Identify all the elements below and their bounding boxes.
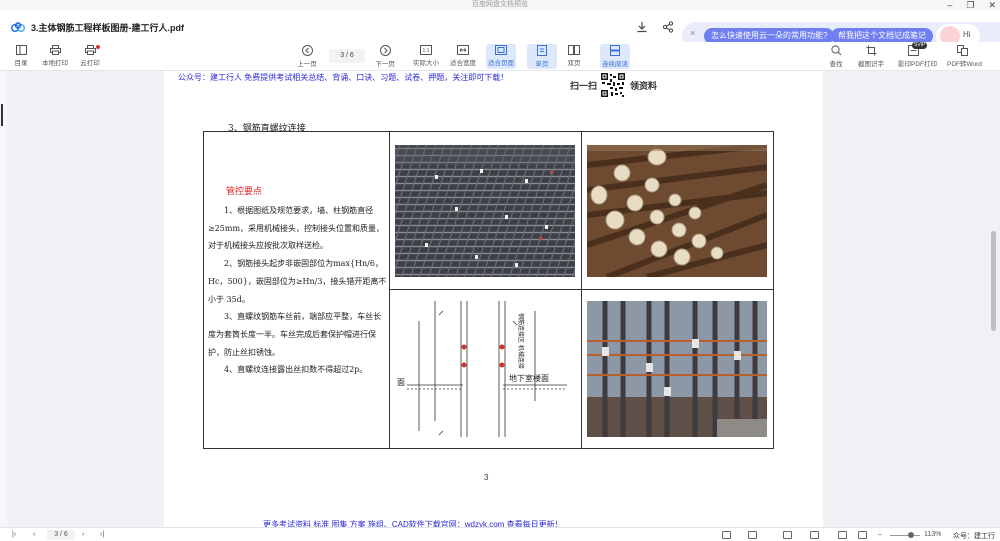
fit-icon[interactable] — [838, 531, 847, 539]
printer-icon — [49, 45, 61, 55]
next-page-icon[interactable]: › — [82, 530, 84, 540]
svip-badge: SVIP — [912, 42, 928, 49]
doc-footer-text: 更多考试资料 标准 图集 方案 施组、CAD软件下载官网：wdzyk.com 查… — [263, 520, 563, 527]
drawing-label-basement: 地下室楼面 — [509, 373, 549, 383]
window-controls: – ❐ ✕ — [947, 0, 996, 10]
zoom-level: 113% — [924, 531, 942, 538]
pdf-to-word-icon — [956, 45, 968, 56]
continuous-read-button[interactable]: 连续阅读 — [600, 44, 630, 69]
scrollbar-thumb[interactable] — [991, 231, 996, 331]
single-page-icon — [537, 45, 547, 56]
header-actions — [636, 21, 674, 33]
double-page-icon — [568, 45, 580, 55]
control-points-title: 管控要点 — [226, 187, 263, 197]
page-number: 3 — [484, 473, 489, 482]
content-table: 管控要点 1、根据图纸及规范要求，墙、柱钢筋直径≥25mm，采用机械接头，控制接… — [203, 131, 774, 449]
last-page-icon[interactable]: ›| — [100, 530, 104, 540]
zoom-slider-knob[interactable] — [908, 532, 914, 538]
left-rail — [0, 71, 7, 527]
table-divider — [389, 132, 390, 448]
notification-dot — [96, 45, 100, 49]
minimize-button[interactable]: – — [947, 0, 952, 10]
vertical-scrollbar[interactable] — [988, 71, 1000, 527]
view-mode-icon[interactable] — [722, 531, 731, 539]
rebar-mesh-photo — [395, 145, 575, 277]
share-icon[interactable] — [662, 21, 674, 33]
watermark-text: 众号：建工行人 — [953, 533, 995, 540]
view-mode-icon[interactable] — [748, 531, 757, 539]
fit-width-button[interactable]: 适合宽度 — [448, 44, 478, 67]
local-print-button[interactable]: 本地打印 — [40, 44, 70, 67]
status-page-input[interactable]: 3 / 6 — [47, 530, 75, 540]
qr-code-icon — [600, 72, 626, 98]
window-title-bar: 百度网盘文档预览 – ❐ ✕ — [0, 0, 1000, 10]
document-page: 公众号：建工行人 免费提供考试相关总结、背诵、口诀、习题、试卷、押题，关注即可下… — [164, 71, 823, 527]
search-icon — [830, 45, 841, 56]
control-points-list: 1、根据图纸及规范要求，墙、柱钢筋直径≥25mm，采用机械接头，控制接头位置和质… — [208, 202, 388, 379]
pdf-to-word-button[interactable]: PDF转Word — [947, 44, 982, 68]
single-page-button[interactable]: 单页 — [527, 44, 557, 69]
close-window-button[interactable]: ✕ — [988, 0, 996, 10]
search-button[interactable]: 查找 — [821, 44, 851, 68]
control-point: 3、直螺纹钢筋车丝前，端部应平整，车丝长度为套筒长度一半。车丝完成后套保护帽进行… — [208, 312, 382, 357]
doc-header-text: 公众号：建工行人 免费提供考试相关总结、背诵、口诀、习题、试卷、押题，关注即可下… — [178, 73, 509, 82]
baidu-netdisk-logo-icon — [11, 22, 25, 32]
control-point: 4、直螺纹连接露出丝扣数不得超过2p。 — [224, 365, 368, 375]
fit-page-icon — [495, 45, 507, 55]
file-name: 3.主体钢筋工程样板图册-建工行人.pdf — [31, 23, 184, 33]
zoom-out-icon[interactable]: – — [878, 530, 882, 540]
double-page-button[interactable]: 双页 — [559, 44, 589, 67]
fit-page-button[interactable]: 适合页面 — [486, 44, 516, 69]
ai-greeting: Hi — [963, 30, 971, 39]
cloud-printer-icon — [84, 45, 96, 55]
threaded-rebar-photo — [587, 145, 767, 277]
ai-bar-close-button[interactable]: × — [690, 28, 695, 38]
drawing-label-floor: 面 — [397, 378, 405, 387]
actual-size-icon: 1:1 — [420, 45, 432, 55]
drawing-label-note: 钢筋连接区 机械连接 — [517, 313, 525, 369]
qr-promo: 扫一扫 领资料 — [570, 71, 674, 99]
control-point: 1、根据图纸及规范要求，墙、柱钢筋直径≥25mm，采用机械接头，控制接头位置和质… — [208, 206, 385, 251]
qr-label-left: 扫一扫 — [570, 82, 598, 92]
fit-icon[interactable] — [858, 531, 867, 539]
prev-page-icon[interactable]: ‹ — [33, 530, 35, 540]
table-divider — [581, 132, 582, 448]
arrow-right-circle-icon — [379, 45, 391, 56]
qr-label-right: 领资料 — [630, 82, 658, 92]
svg-text:1:1: 1:1 — [423, 48, 430, 54]
sidebar-toggle-handle[interactable] — [1, 104, 3, 126]
window-title: 百度网盘文档预览 — [472, 1, 528, 8]
status-bar: |‹ ‹ 3 / 6 › ›| – 113% 众号：建工行人 — [0, 527, 1000, 541]
catalog-button[interactable]: 目录 — [6, 44, 36, 67]
page-number-input[interactable]: 3 / 6 — [329, 49, 365, 63]
view-mode-icon[interactable] — [783, 531, 792, 539]
rebar-columns-photo — [587, 301, 767, 437]
crop-icon — [866, 45, 876, 56]
view-mode-icon[interactable] — [810, 531, 819, 539]
actual-size-button[interactable]: 1:1 实际大小 — [411, 44, 441, 67]
next-page-button[interactable]: 下一页 — [370, 44, 400, 68]
download-icon[interactable] — [636, 21, 648, 33]
first-page-icon[interactable]: |‹ — [12, 530, 16, 540]
fit-width-icon — [457, 45, 469, 55]
file-header: 3.主体钢筋工程样板图册-建工行人.pdf × 怎么快速使用云一朵的常用功能? … — [0, 10, 1000, 50]
screenshot-ocr-button[interactable]: 截图识字 — [856, 44, 886, 68]
prev-page-button[interactable]: 上一页 — [292, 44, 322, 68]
catalog-icon — [15, 45, 27, 55]
zoom-slider[interactable] — [890, 535, 920, 536]
table-divider — [389, 289, 774, 290]
arrow-left-circle-icon — [301, 45, 313, 56]
connection-detail-drawing: 面 地下室楼面 钢筋连接区 机械连接 — [395, 301, 575, 437]
viewer-toolbar: 目录 本地打印 云打印 上一页 3 / 6 下一页 1:1 实际大小 适合宽度 … — [0, 42, 1000, 71]
control-point: 2、钢筋接头起步非嵌固部位为max{Hn/6，Hc，500}，嵌固部位为≥Hn/… — [208, 259, 387, 304]
cloud-print-button[interactable]: 云打印 — [75, 44, 105, 67]
continuous-read-icon — [610, 45, 620, 56]
maximize-button[interactable]: ❐ — [966, 0, 974, 10]
